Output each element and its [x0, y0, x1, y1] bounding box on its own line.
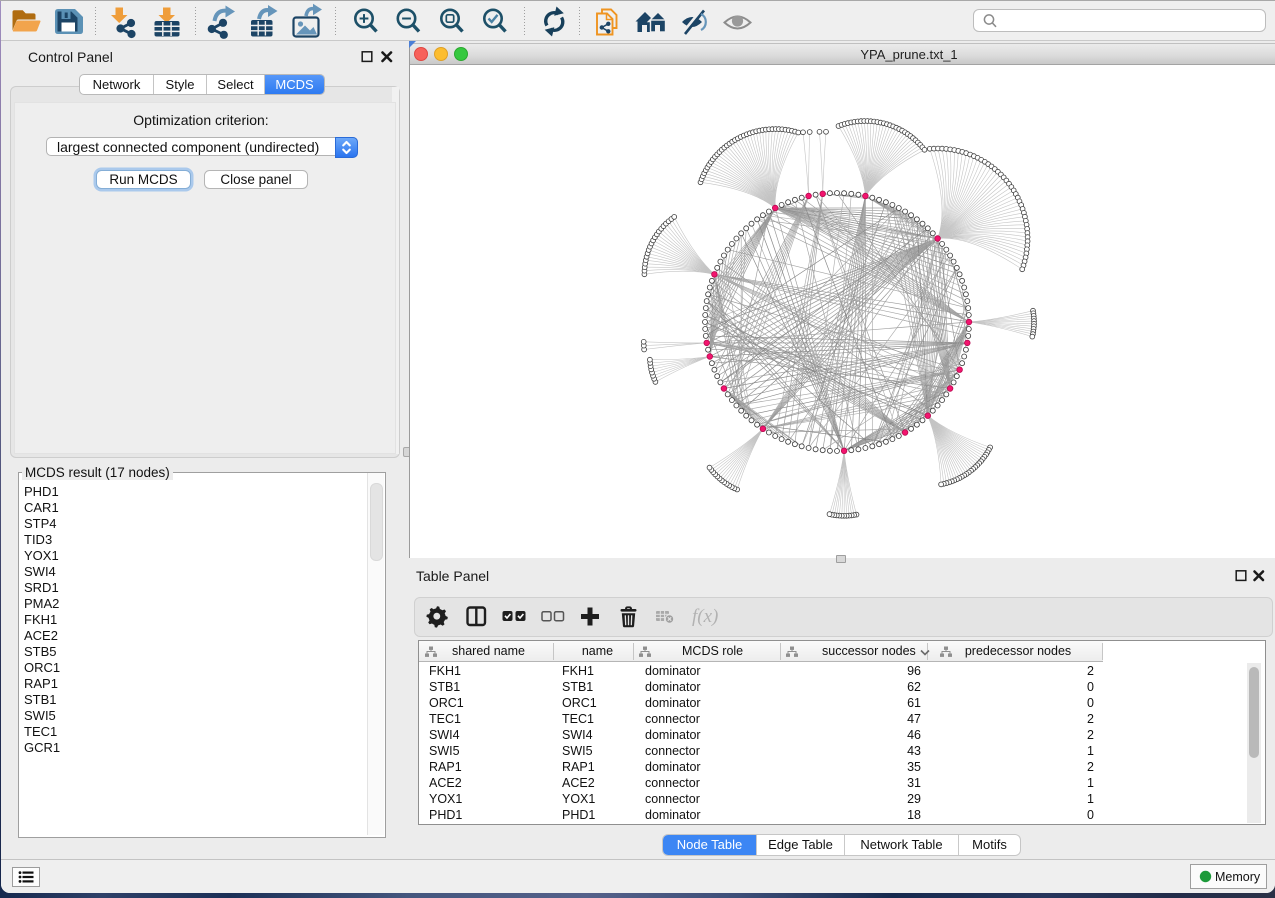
- svg-text:Memory: Memory: [1215, 870, 1261, 884]
- svg-text:f(x): f(x): [692, 606, 718, 627]
